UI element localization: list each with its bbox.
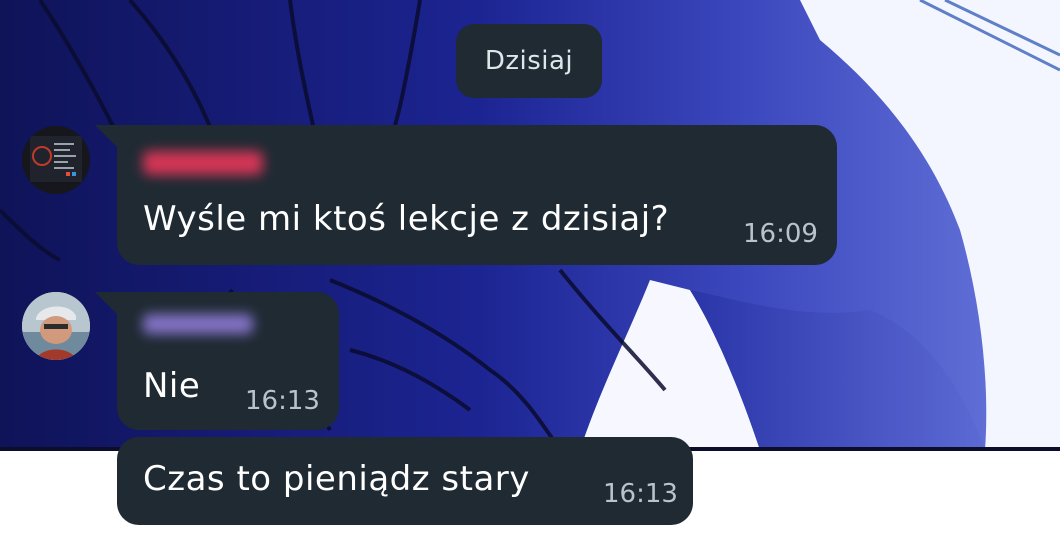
message-time: 16:13 bbox=[603, 479, 678, 509]
date-separator-label: Dzisiaj bbox=[484, 46, 574, 76]
sender-2-avatar[interactable] bbox=[22, 292, 90, 360]
message-bubble-1[interactable]: Wyśle mi ktoś lekcje z dzisiaj? 16:09 bbox=[117, 125, 837, 265]
message-bubble-3[interactable]: Czas to pieniądz stary 16:13 bbox=[117, 437, 693, 525]
sender-1-name-redacted bbox=[143, 151, 263, 175]
sender-1-avatar[interactable] bbox=[22, 126, 90, 194]
bubble-tail bbox=[95, 125, 119, 149]
date-separator-chip: Dzisiaj bbox=[456, 24, 602, 98]
bubble-tail bbox=[95, 292, 119, 316]
sender-2-name-redacted bbox=[143, 314, 253, 334]
message-bubble-2[interactable]: Nie 16:13 bbox=[117, 292, 339, 430]
message-text: Czas to pieniądz stary bbox=[143, 459, 530, 499]
message-text: Wyśle mi ktoś lekcje z dzisiaj? bbox=[143, 199, 670, 239]
message-time: 16:09 bbox=[743, 219, 818, 249]
message-time: 16:13 bbox=[245, 386, 320, 416]
message-text: Nie bbox=[143, 366, 201, 406]
